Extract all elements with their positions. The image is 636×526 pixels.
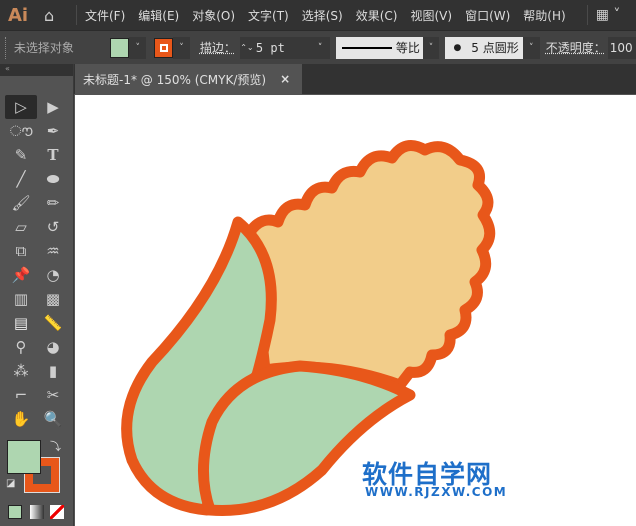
default-colors-icon[interactable]: ◪ [6, 478, 15, 489]
corn-cob [244, 140, 496, 391]
swap-colors-icon[interactable]: ⤵ [50, 438, 61, 454]
symbol-sprayer-tool-icon[interactable]: ⁂ [5, 359, 37, 383]
workspace-switcher-icon[interactable]: ▦ ˅ [596, 7, 621, 23]
scale-tool-icon[interactable]: ⧉ [5, 239, 37, 263]
fill-dropdown[interactable]: ˅ [129, 36, 147, 59]
profile-label: 等比 [395, 41, 420, 55]
menu-type[interactable]: 文字(T) [248, 7, 289, 24]
document-tab[interactable]: 未标题-1* @ 150% (CMYK/预览) × [75, 64, 302, 94]
zoom-tool-icon[interactable]: 🔍 [37, 407, 69, 431]
app-logo: Ai [8, 4, 29, 26]
gradient-mode-icon[interactable] [30, 505, 44, 519]
grip-handle[interactable] [5, 36, 8, 59]
corn-illustration [121, 140, 496, 516]
hand-tool-icon[interactable]: ✋ [5, 407, 37, 431]
divider [586, 5, 588, 25]
none-mode-icon[interactable] [50, 505, 64, 519]
blend-tool-icon[interactable]: ◕ [37, 335, 69, 359]
control-bar: 未选择对象 ˅ ˅ 描边： ⌃⌄ 5 pt ˅ 等比 ˅ ● 5 点圆形 ˅ 不… [0, 30, 636, 64]
pencil-tool-icon[interactable]: ✏ [37, 191, 69, 215]
divider [76, 5, 77, 25]
brush-label: 5 点圆形 [471, 41, 519, 55]
close-icon[interactable]: × [280, 72, 290, 86]
stroke-dropdown[interactable]: ˅ [173, 36, 190, 59]
artboard-tool-icon[interactable]: ⌐ [5, 383, 37, 407]
eraser-tool-icon[interactable]: ▱ [5, 215, 37, 239]
menu-edit[interactable]: 编辑(E) [138, 7, 179, 24]
menu-select[interactable]: 选择(S) [302, 7, 343, 24]
document-title: 未标题-1* @ 150% (CMYK/预览) [83, 72, 267, 87]
color-mode-icon[interactable] [8, 505, 22, 519]
selection-tool-icon[interactable]: ▷ [5, 95, 37, 119]
opacity-label[interactable]: 不透明度： [546, 39, 606, 56]
brush-definition[interactable]: ● 5 点圆形 [445, 36, 523, 59]
pen-tool-icon[interactable]: ✒ [37, 119, 69, 143]
menu-effect[interactable]: 效果(C) [356, 7, 398, 24]
column-graph-tool-icon[interactable]: ▮ [37, 359, 69, 383]
menu-window[interactable]: 窗口(W) [465, 7, 510, 24]
dot-icon: ● [453, 42, 462, 53]
menu-object[interactable]: 对象(O) [192, 7, 235, 24]
slice-tool-icon[interactable]: ✂ [37, 383, 69, 407]
warp-tool-icon[interactable]: ♒ [37, 239, 69, 263]
paintbrush-tool-icon[interactable]: 🖌 [5, 191, 37, 215]
shape-builder-tool-icon[interactable]: ◔ [37, 263, 69, 287]
type-tool-icon[interactable]: T [37, 143, 69, 167]
fill-swatch[interactable] [110, 37, 130, 58]
rotate-tool-icon[interactable]: ↺ [37, 215, 69, 239]
menu-file[interactable]: 文件(F) [85, 7, 125, 24]
chevron-down-icon[interactable]: ˅ [318, 43, 323, 53]
gradient-tool-icon[interactable]: ▤ [5, 311, 37, 335]
stroke-label[interactable]: 描边： [200, 39, 236, 56]
line-preview [341, 46, 392, 49]
toolbar: « ▷ ▶ ൗ ✒ ✎ T ╱ ⬬ 🖌 ✏ ▱ ↺ ⧉ ♒ 📌 ◔ ▥ ▩ ▤ … [0, 64, 74, 526]
brush-dropdown[interactable]: ˅ [522, 36, 540, 59]
menu-help[interactable]: 帮助(H) [523, 7, 565, 24]
artboard-canvas[interactable]: 软件自学网 WWW.RJZXW.COM [75, 95, 636, 526]
home-icon[interactable]: ⌂ [44, 6, 68, 25]
ellipse-tool-icon[interactable]: ⬬ [37, 167, 69, 191]
stroke-swatch-icon [159, 43, 168, 52]
measure-tool-icon[interactable]: 📏 [37, 311, 69, 335]
direct-selection-tool-icon[interactable]: ▶ [37, 95, 69, 119]
pin-tool-icon[interactable]: 📌 [5, 263, 37, 287]
eyedropper-tool-icon[interactable]: ⚲ [5, 335, 37, 359]
perspective-grid-tool-icon[interactable]: ▥ [5, 287, 37, 311]
selection-status: 未选择对象 [13, 41, 74, 55]
menu-bar: Ai ⌂ 文件(F) 编辑(E) 对象(O) 文字(T) 选择(S) 效果(C)… [0, 0, 636, 30]
stroke-swatch[interactable] [154, 37, 174, 58]
profile-dropdown[interactable]: ˅ [422, 36, 440, 59]
toolbar-header: « [0, 64, 73, 76]
watermark-url: WWW.RJZXW.COM [365, 485, 508, 499]
line-tool-icon[interactable]: ╱ [5, 167, 37, 191]
mesh-tool-icon[interactable]: ▩ [37, 287, 69, 311]
stroke-weight-value[interactable]: 5 pt [254, 41, 318, 55]
fill-color-swatch[interactable] [7, 440, 41, 474]
lasso-tool-icon[interactable]: ൗ [5, 119, 37, 143]
opacity-field[interactable]: 100 [607, 36, 636, 59]
variable-width-profile[interactable]: 等比 [335, 36, 423, 59]
stepper-icon[interactable]: ⌃⌄ [240, 43, 254, 52]
curvature-tool-icon[interactable]: ✎ [5, 143, 37, 167]
stroke-weight-field[interactable]: ⌃⌄ 5 pt ˅ [239, 36, 330, 59]
menu-view[interactable]: 视图(V) [410, 7, 452, 24]
